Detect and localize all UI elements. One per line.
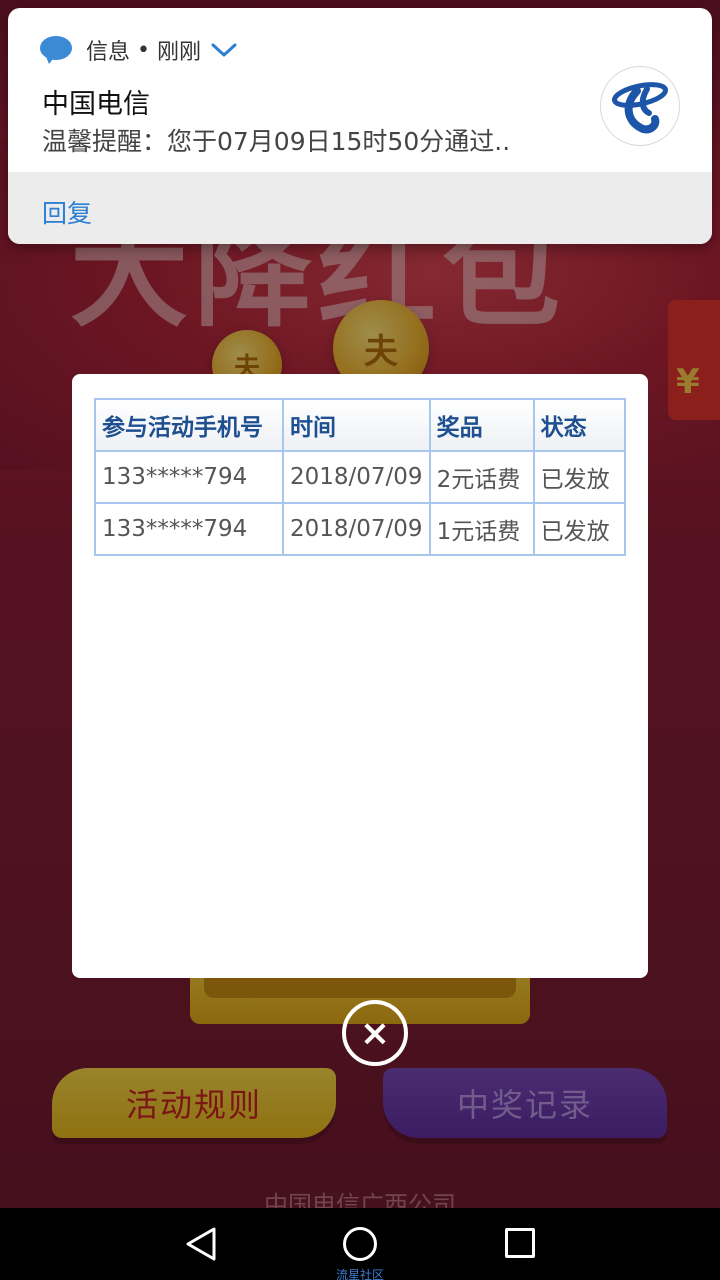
cell-time: 2018/07/09 — [282, 502, 431, 556]
cell-phone: 133*****794 — [94, 450, 284, 504]
message-bubble-icon — [40, 36, 72, 64]
table-row: 133*****794 2018/07/09 1元话费 已发放 — [94, 502, 627, 556]
notification-header: 信息 • 刚刚 — [40, 34, 237, 66]
column-header-phone: 参与活动手机号 — [94, 398, 284, 452]
sms-notification[interactable]: 信息 • 刚刚 中国电信 温馨提醒：您于07月09日15时50分通过.. 回复 — [8, 8, 712, 244]
notification-app-name: 信息 — [86, 40, 131, 65]
cell-phone: 133*****794 — [94, 502, 284, 556]
column-header-time: 时间 — [282, 398, 431, 452]
notification-time: 刚刚 — [157, 40, 202, 65]
chevron-down-icon[interactable] — [211, 42, 237, 58]
notification-actions: 回复 — [8, 172, 712, 244]
china-telecom-logo — [600, 66, 680, 146]
records-table: 参与活动手机号 时间 奖品 状态 133*****794 2018/07/09 … — [94, 398, 627, 556]
home-circle-icon[interactable] — [343, 1227, 377, 1261]
cell-prize: 2元话费 — [428, 450, 535, 504]
prize-records-modal: 参与活动手机号 时间 奖品 状态 133*****794 2018/07/09 … — [72, 374, 648, 978]
cell-time: 2018/07/09 — [282, 450, 431, 504]
reply-button[interactable]: 回复 — [42, 194, 92, 230]
navigation-bar: 流星社区 — [0, 1208, 720, 1280]
watermark-text: 流星社区 — [335, 1268, 384, 1280]
cell-status: 已发放 — [532, 502, 627, 556]
recent-square-icon[interactable] — [505, 1228, 535, 1258]
table-header-row: 参与活动手机号 时间 奖品 状态 — [94, 398, 627, 452]
back-triangle-icon[interactable] — [184, 1226, 218, 1262]
notification-separator: • — [137, 37, 150, 63]
cell-prize: 1元话费 — [428, 502, 535, 556]
close-icon: × — [359, 1012, 391, 1054]
table-row: 133*****794 2018/07/09 2元话费 已发放 — [94, 450, 627, 504]
close-modal-button[interactable]: × — [342, 1000, 408, 1066]
column-header-prize: 奖品 — [428, 398, 535, 452]
notification-body: 温馨提醒：您于07月09日15时50分通过.. — [42, 127, 511, 156]
notification-sender: 中国电信 — [42, 89, 150, 120]
column-header-status: 状态 — [532, 398, 627, 452]
cell-status: 已发放 — [532, 450, 627, 504]
